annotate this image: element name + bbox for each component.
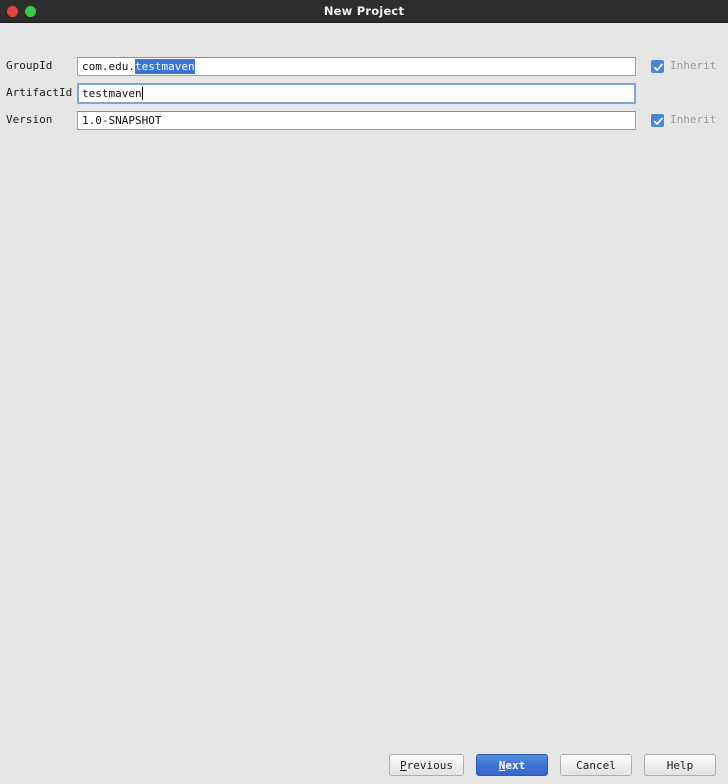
window-controls <box>7 0 36 22</box>
groupid-inherit-label: Inherit <box>670 59 717 72</box>
groupid-value-selection: testmaven <box>134 58 195 74</box>
window-title: New Project <box>323 4 405 18</box>
dialog-button-bar: Previous Next Cancel Help <box>0 753 728 777</box>
previous-button[interactable]: Previous <box>389 754 464 776</box>
previous-button-mnemonic: P <box>400 758 407 772</box>
zoom-window-button[interactable] <box>25 5 36 17</box>
help-button-label: Help <box>666 758 694 772</box>
text-caret <box>141 86 143 100</box>
title-bar: New Project <box>0 0 728 23</box>
artifactid-label: ArtifactId <box>6 86 73 99</box>
help-button[interactable]: Help <box>644 754 716 776</box>
cancel-button[interactable]: Cancel <box>560 754 632 776</box>
version-value: 1.0-SNAPSHOT <box>82 113 162 127</box>
dialog-content: GroupId com.edu. testmaven Inherit Artifa… <box>0 23 728 784</box>
version-inherit-checkbox[interactable] <box>651 113 664 127</box>
next-button-label: ext <box>505 758 526 772</box>
cancel-button-label: Cancel <box>576 758 616 772</box>
new-project-dialog: New Project GroupId com.edu. testmaven In… <box>0 0 728 784</box>
version-row: Version 1.0-SNAPSHOT Inherit <box>0 109 728 131</box>
groupid-row: GroupId com.edu. testmaven Inherit <box>0 55 728 77</box>
groupid-label: GroupId <box>6 59 53 72</box>
artifactid-row: ArtifactId testmaven <box>0 82 728 104</box>
next-button[interactable]: Next <box>476 754 548 776</box>
version-inherit-label: Inherit <box>670 113 717 126</box>
groupid-inherit-checkbox[interactable] <box>651 59 664 73</box>
groupid-inherit-group[interactable]: Inherit <box>651 55 716 77</box>
groupid-input[interactable]: com.edu. testmaven <box>77 56 636 76</box>
previous-button-label: revious <box>406 758 453 772</box>
checkmark-icon <box>653 117 663 125</box>
artifactid-input[interactable]: testmaven <box>77 82 636 104</box>
next-button-mnemonic: N <box>498 758 506 772</box>
close-window-button[interactable] <box>7 5 18 17</box>
version-input[interactable]: 1.0-SNAPSHOT <box>77 110 636 130</box>
checkmark-icon <box>653 63 663 71</box>
artifactid-value: testmaven <box>82 86 142 100</box>
groupid-value-prefix: com.edu. <box>82 59 135 73</box>
version-label: Version <box>6 113 53 126</box>
version-inherit-group[interactable]: Inherit <box>651 109 716 131</box>
